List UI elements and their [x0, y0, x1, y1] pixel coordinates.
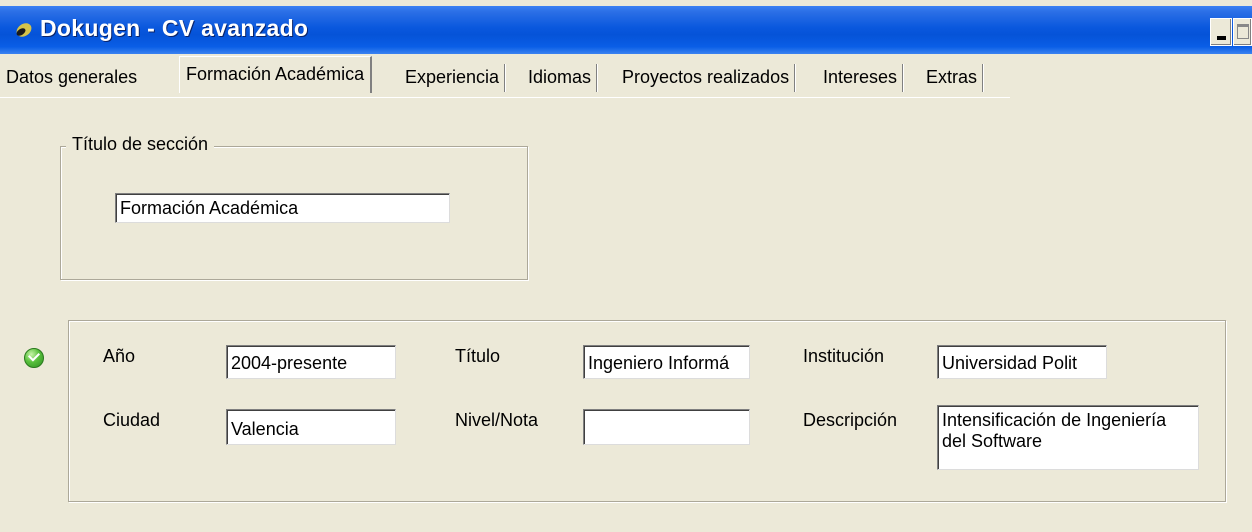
tab-experiencia[interactable]: Experiencia — [405, 62, 506, 92]
tab-separator — [794, 64, 796, 92]
city-label: Ciudad — [103, 410, 161, 430]
tab-label: Proyectos realizados — [622, 67, 790, 87]
city-input[interactable]: Valencia — [226, 409, 396, 445]
tab-baseline — [0, 97, 1010, 98]
year-input[interactable]: 2004-presente — [226, 345, 396, 379]
minimize-button[interactable] — [1210, 18, 1232, 46]
window-title: Dokugen - CV avanzado — [40, 15, 309, 41]
tab-separator — [596, 64, 598, 92]
check-circle-icon — [24, 348, 44, 368]
tab-separator — [982, 64, 984, 92]
app-window: Dokugen - CV avanzado Datos generales Fo… — [0, 0, 1252, 532]
tab-label: Formación Académica — [186, 64, 365, 84]
app-logo-icon — [16, 23, 32, 37]
grade-label: Nivel/Nota — [455, 410, 539, 430]
year-label: Año — [103, 346, 136, 366]
tab-extras[interactable]: Extras — [926, 62, 984, 92]
tab-datos-generales[interactable]: Datos generales — [6, 62, 137, 92]
checkmark — [27, 349, 41, 362]
title-label: Título — [455, 346, 501, 366]
institution-input[interactable]: Universidad Polit — [937, 345, 1107, 379]
minimize-icon — [1217, 36, 1226, 40]
tab-label: Experiencia — [405, 67, 500, 87]
grade-input[interactable] — [583, 409, 750, 445]
institution-label: Institución — [803, 346, 885, 366]
tab-separator — [902, 64, 904, 92]
tab-label: Intereses — [823, 67, 898, 87]
degree-title-input[interactable]: Ingeniero Informá — [583, 345, 750, 379]
tab-idiomas[interactable]: Idiomas — [528, 62, 598, 92]
section-title-input[interactable]: Formación Académica — [115, 193, 450, 223]
tab-label: Extras — [926, 67, 978, 87]
tab-label: Datos generales — [6, 67, 138, 87]
description-label: Descripción — [803, 410, 898, 430]
maximize-icon — [1237, 24, 1249, 39]
tab-formacion-academica[interactable]: Formación Académica — [179, 56, 373, 93]
section-title-legend: Título de sección — [66, 134, 215, 155]
tab-strip: Datos generales Formación Académica Expe… — [0, 56, 1252, 98]
tab-label: Idiomas — [528, 67, 592, 87]
title-bar[interactable]: Dokugen - CV avanzado — [0, 6, 1252, 54]
tab-intereses[interactable]: Intereses — [823, 62, 904, 92]
tab-separator — [504, 64, 506, 92]
maximize-button[interactable] — [1233, 18, 1252, 46]
description-textarea[interactable]: Intensificación de Ingeniería del Softwa… — [937, 405, 1199, 470]
tab-proyectos-realizados[interactable]: Proyectos realizados — [622, 62, 796, 92]
